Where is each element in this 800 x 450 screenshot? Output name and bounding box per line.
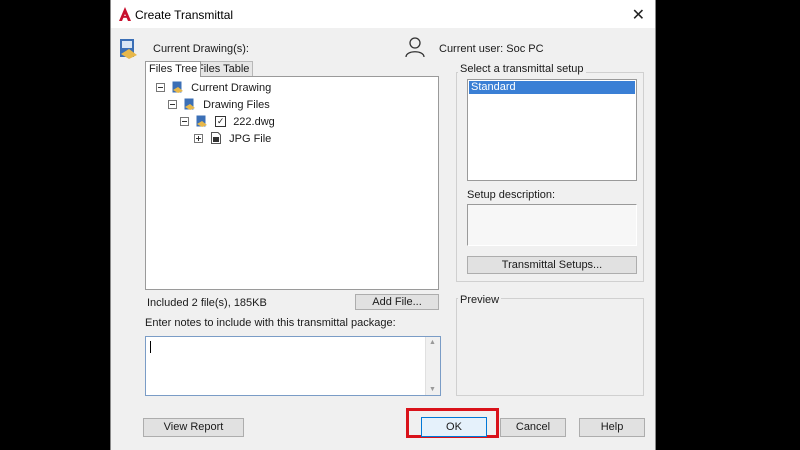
window-title: Create Transmittal [135, 8, 234, 22]
tree-node-jpg-file[interactable]: JPG File [194, 132, 271, 146]
image-file-icon [211, 132, 222, 145]
collapse-icon[interactable] [168, 99, 177, 109]
transmittal-setups-button[interactable]: Transmittal Setups... [467, 256, 637, 274]
user-icon [405, 37, 425, 58]
include-checkbox[interactable]: ✓ [215, 115, 227, 127]
preview-label: Preview [458, 294, 502, 306]
setup-description-label: Setup description: [467, 189, 556, 201]
drawing-set-icon [172, 81, 184, 94]
setup-listbox[interactable]: Standard [467, 79, 637, 181]
tree-label-jpg-file: JPG File [229, 133, 272, 145]
tab-files-tree[interactable]: Files Tree [145, 61, 202, 77]
tree-label-current-drawing: Current Drawing [191, 82, 272, 94]
close-icon[interactable]: ✕ [632, 5, 645, 25]
tab-files-table[interactable]: Files Table [193, 61, 254, 76]
collapse-icon[interactable] [180, 116, 189, 126]
tree-node-dwg-file[interactable]: ✓ 222.dwg [180, 115, 275, 129]
files-tree-panel[interactable]: Current Drawing Drawing Files ✓ 222.dwg … [145, 76, 439, 290]
notes-label: Enter notes to include with this transmi… [145, 317, 396, 329]
drawing-files-icon [184, 98, 196, 111]
scroll-up-icon[interactable]: ▲ [429, 339, 436, 346]
tree-node-current-drawing[interactable]: Current Drawing [156, 81, 271, 95]
setup-item-standard[interactable]: Standard [469, 81, 635, 94]
collapse-icon[interactable] [156, 82, 165, 92]
notes-textarea[interactable]: ▲ ▼ [145, 336, 441, 396]
cancel-button[interactable]: Cancel [500, 418, 566, 437]
notes-scrollbar[interactable]: ▲ ▼ [425, 337, 440, 395]
text-caret [150, 341, 151, 353]
scroll-down-icon[interactable]: ▼ [429, 386, 436, 393]
help-button[interactable]: Help [579, 418, 645, 437]
setup-description-box [467, 204, 637, 246]
autocad-logo-icon [119, 7, 131, 21]
current-user-label: Current user: Soc PC [439, 43, 544, 55]
title-bar: Create Transmittal ✕ [111, 0, 655, 28]
tree-node-drawing-files[interactable]: Drawing Files [168, 98, 270, 112]
current-drawings-label: Current Drawing(s): [153, 43, 249, 55]
ok-button[interactable]: OK [421, 417, 487, 437]
create-transmittal-dialog: Create Transmittal ✕ Current Drawing(s):… [110, 0, 656, 450]
add-file-button[interactable]: Add File... [355, 294, 439, 310]
tree-label-drawing-files: Drawing Files [203, 99, 270, 111]
setup-group-label: Select a transmittal setup [458, 63, 586, 75]
tree-label-dwg-file: 222.dwg [233, 116, 275, 128]
transmittal-icon [120, 39, 137, 59]
included-files-summary: Included 2 file(s), 185KB [147, 297, 267, 309]
preview-group [456, 298, 644, 396]
view-report-button[interactable]: View Report [143, 418, 244, 437]
dwg-file-icon [196, 115, 208, 128]
expand-icon[interactable] [194, 133, 203, 143]
